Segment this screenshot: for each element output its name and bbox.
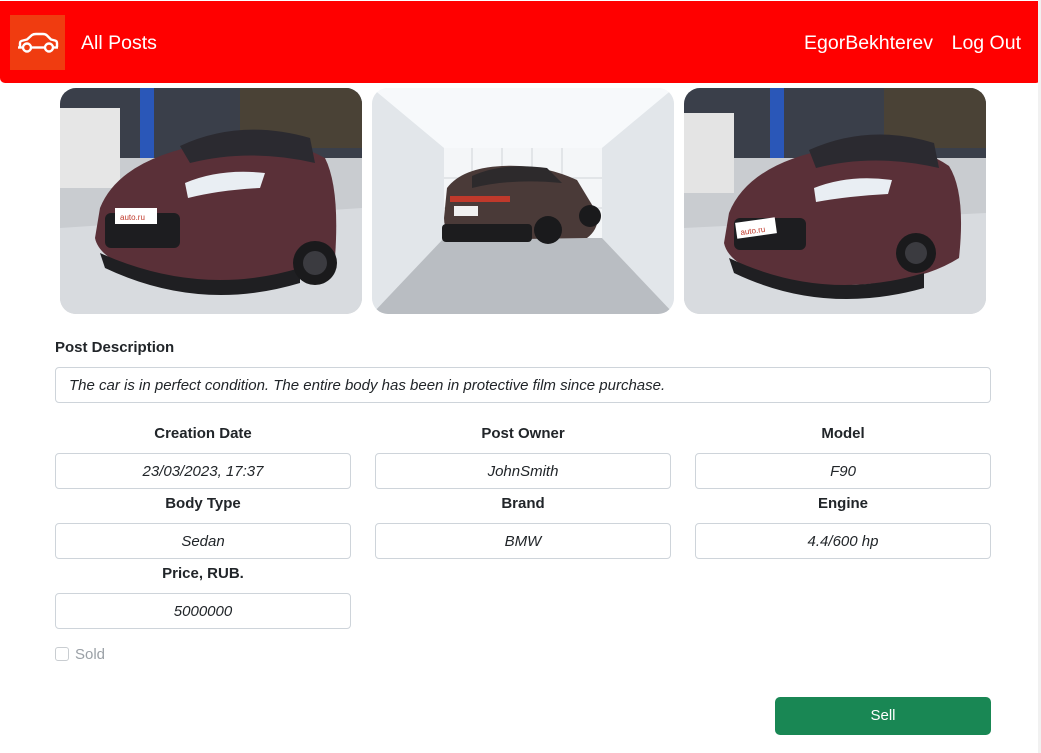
sold-label: Sold: [75, 645, 106, 663]
plate-text: auto.ru: [120, 213, 145, 222]
brand-label: Brand: [501, 495, 545, 512]
brand-field[interactable]: BMW: [375, 523, 671, 559]
car-icon: [17, 32, 58, 53]
description-label: Post Description: [55, 339, 175, 356]
model-field[interactable]: F90: [695, 453, 991, 489]
price-label: Price, RUB.: [162, 565, 244, 582]
body-type-label: Body Type: [165, 495, 241, 512]
car-photo-1[interactable]: auto.ru: [60, 88, 362, 314]
body-type-field[interactable]: Sedan: [55, 523, 351, 559]
post-owner-label: Post Owner: [481, 425, 565, 442]
car-photo-3[interactable]: auto.ru: [684, 88, 986, 314]
logo-button[interactable]: [10, 15, 65, 70]
creation-date-field[interactable]: 23/03/2023, 17:37: [55, 453, 351, 489]
username-link[interactable]: EgorBekhterev: [804, 31, 933, 55]
price-field[interactable]: 5000000: [55, 593, 351, 629]
post-owner-field[interactable]: JohnSmith: [375, 453, 671, 489]
sold-checkbox-group: Sold: [55, 645, 105, 663]
top-navbar: All Posts EgorBekhterev Log Out: [0, 1, 1041, 83]
logout-link[interactable]: Log Out: [952, 31, 1021, 55]
sell-button[interactable]: Sell: [775, 697, 991, 735]
engine-field[interactable]: 4.4/600 hp: [695, 523, 991, 559]
description-field[interactable]: The car is in perfect condition. The ent…: [55, 367, 991, 403]
model-label: Model: [821, 425, 865, 442]
engine-label: Engine: [817, 495, 868, 512]
sold-checkbox[interactable]: [55, 647, 69, 661]
car-photo-2[interactable]: [372, 88, 674, 314]
creation-date-label: Creation Date: [154, 425, 252, 442]
all-posts-link[interactable]: All Posts: [81, 31, 157, 55]
